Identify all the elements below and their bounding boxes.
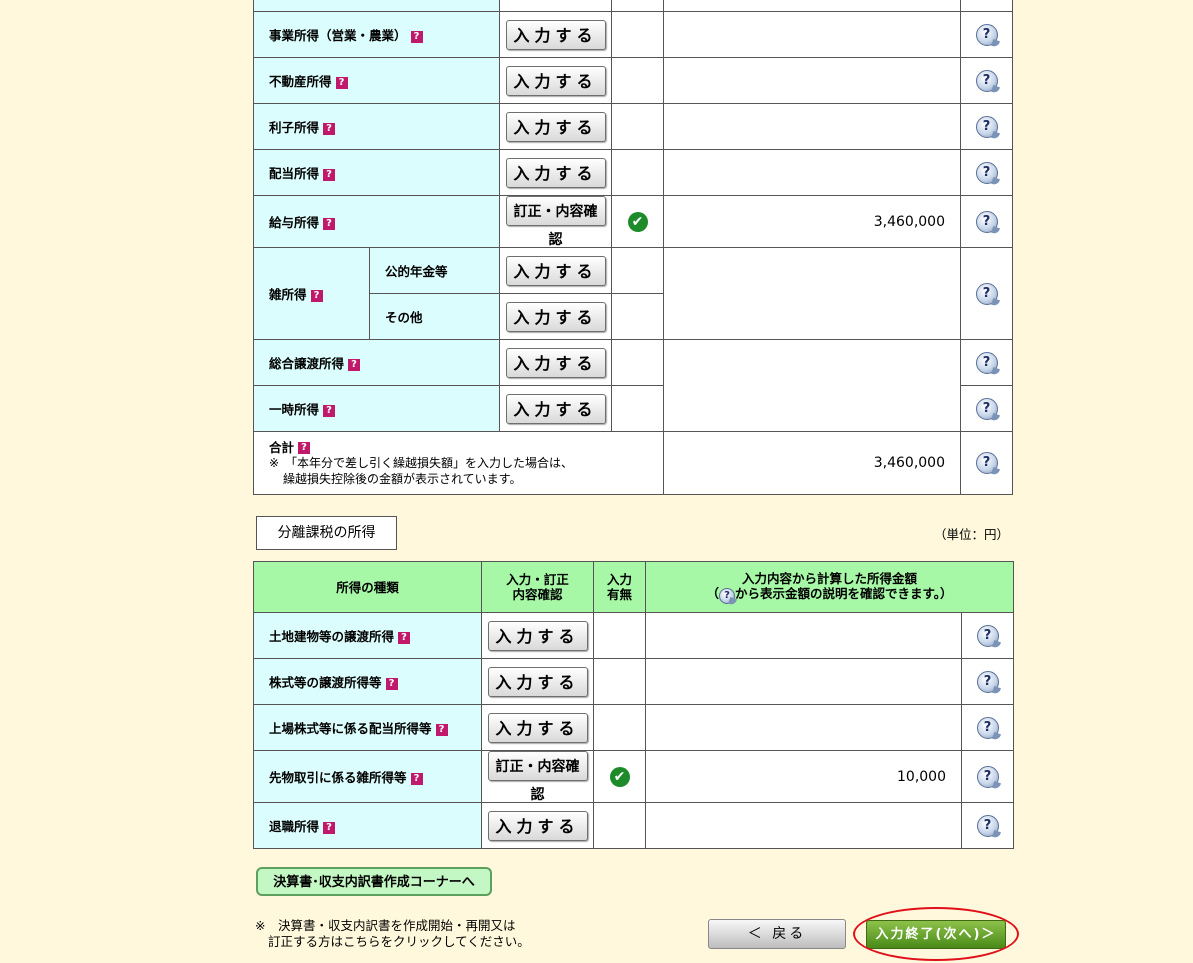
input-button[interactable]: 入力する (505, 255, 606, 286)
help-icon[interactable]: ? (975, 282, 998, 305)
input-button[interactable]: 入力する (505, 347, 606, 378)
qmark-icon[interactable]: ? (323, 168, 336, 181)
amount-cell (663, 103, 961, 150)
help-icon[interactable]: ? (975, 161, 998, 184)
table-row: 土地建物等の譲渡所得? 入力する ? (253, 612, 1014, 659)
table-row: 事業所得（営業・農業）? 入力する ? (253, 11, 1013, 58)
amount-cell (645, 658, 962, 705)
total-row: 合計? ※ 「本年分で差し引く繰越損失額」を入力した場合は、 繰越損失控除後の金… (253, 431, 1013, 495)
income-label: 総合譲渡所得 (269, 356, 345, 371)
check-icon: ✔ (609, 766, 630, 787)
qmark-icon[interactable]: ? (348, 358, 361, 371)
separate-tax-tab: 分離課税の所得 (256, 516, 397, 550)
table-row: 雑所得? 公的年金等 入力する ? (253, 247, 1013, 340)
amount-cell (663, 149, 961, 196)
income-label: 退職所得 (269, 819, 320, 834)
input-button[interactable]: 入力する (487, 810, 588, 841)
correct-confirm-button[interactable]: 訂正・内容確認 (487, 751, 588, 803)
amount-cell: 10,000 (645, 750, 962, 803)
settlement-corner-button[interactable]: 決算書･収支内訳書作成コーナーへ (256, 867, 492, 896)
input-button[interactable]: 入力する (487, 620, 588, 651)
header-type: 所得の種類 (253, 561, 482, 613)
income-label: 土地建物等の譲渡所得 (269, 629, 395, 644)
income-label: 先物取引に係る雑所得等 (269, 770, 407, 785)
sub-income-label: 公的年金等 (385, 264, 448, 279)
table-row: 上場株式等に係る配当所得等? 入力する ? (253, 704, 1014, 751)
help-icon[interactable]: ? (976, 624, 999, 647)
help-icon[interactable]: ? (975, 210, 998, 233)
qmark-icon[interactable]: ? (323, 404, 336, 417)
total-note: ※ 「本年分で差し引く繰越損失額」を入力した場合は、 (269, 455, 574, 470)
table-row: 不動産所得? 入力する ? (253, 57, 1013, 104)
input-button[interactable]: 入力する (505, 111, 606, 142)
help-icon[interactable]: ? (975, 115, 998, 138)
income-label: 株式等の譲渡所得等 (269, 675, 382, 690)
input-button[interactable]: 入力する (505, 393, 606, 424)
amount-cell: 3,460,000 (663, 195, 961, 248)
income-label: 上場株式等に係る配当所得等 (269, 721, 432, 736)
income-label: 雑所得 (269, 287, 307, 302)
qmark-icon[interactable]: ? (398, 631, 411, 644)
qmark-icon[interactable]: ? (323, 217, 336, 230)
input-button[interactable]: 入力する (487, 666, 588, 697)
help-icon[interactable]: ? (975, 23, 998, 46)
table-row: 株式等の譲渡所得等? 入力する ? (253, 658, 1014, 705)
header-has-input: 入力 有無 (593, 561, 646, 613)
qmark-icon[interactable]: ? (310, 289, 323, 302)
table-header: 所得の種類 入力・訂正 内容確認 入力 有無 入力内容から計算した所得金額（? から表… (253, 561, 1014, 613)
total-note: 繰越損失控除後の金額が表示されています。 (283, 471, 522, 486)
amount-cell (663, 11, 961, 58)
finish-next-button[interactable]: 入力終了(次へ)＞ (866, 920, 1006, 949)
amount-cell (645, 704, 962, 751)
correct-confirm-button[interactable]: 訂正・内容確認 (505, 196, 606, 248)
help-icon[interactable]: ? (976, 716, 999, 739)
qmark-icon[interactable]: ? (435, 723, 448, 736)
help-icon[interactable]: ? (975, 452, 998, 474)
amount-cell (645, 802, 962, 849)
header-amount: 入力内容から計算した所得金額（? から表示金額の説明を確認できます。） (645, 561, 1014, 613)
back-button[interactable]: ＜ 戻る (708, 919, 846, 949)
input-button[interactable]: 入力する (505, 65, 606, 96)
sub-income-label: その他 (385, 310, 423, 325)
qmark-icon[interactable]: ? (410, 30, 423, 43)
help-icon[interactable]: ? (975, 69, 998, 92)
input-button[interactable]: 入力する (505, 19, 606, 50)
table-row: 総合譲渡所得? 入力する ? (253, 339, 1013, 432)
table-row: 利子所得? 入力する ? (253, 103, 1013, 150)
amount-cell (663, 57, 961, 104)
income-label: 不動産所得 (269, 74, 332, 89)
input-button[interactable]: 入力する (505, 157, 606, 188)
input-button[interactable]: 入力する (487, 712, 588, 743)
footer-note: ※ 決算書・収支内訳書を作成開始・再開又は 訂正する方はこちらをクリックしてくだ… (255, 918, 530, 949)
table-row: 先物取引に係る雑所得等? 訂正・内容確認 ✔ 10,000 ? (253, 750, 1014, 803)
qmark-icon[interactable]: ? (323, 122, 336, 135)
qmark-icon[interactable]: ? (298, 442, 311, 454)
income-label: 事業所得（営業・農業） (269, 28, 407, 43)
help-icon[interactable]: ? (976, 765, 999, 788)
help-icon[interactable]: ? (976, 814, 999, 837)
header-input: 入力・訂正 内容確認 (481, 561, 594, 613)
qmark-icon[interactable]: ? (323, 821, 336, 834)
table-row: 退職所得? 入力する ? (253, 802, 1014, 849)
total-label: 合計 (269, 439, 295, 455)
help-icon: ? (719, 587, 735, 604)
input-button[interactable]: 入力する (505, 301, 606, 332)
table-row: 給与所得? 訂正・内容確認 ✔ 3,460,000 ? (253, 195, 1013, 248)
help-icon[interactable]: ? (976, 670, 999, 693)
income-label: 配当所得 (269, 166, 320, 181)
qmark-icon[interactable]: ? (335, 76, 348, 89)
income-label: 給与所得 (269, 215, 320, 230)
total-amount: 3,460,000 (663, 431, 961, 495)
amount-cell (645, 612, 962, 659)
table-row: 配当所得? 入力する ? (253, 149, 1013, 196)
help-icon[interactable]: ? (975, 351, 998, 374)
qmark-icon[interactable]: ? (385, 677, 398, 690)
help-icon[interactable]: ? (975, 397, 998, 420)
qmark-icon[interactable]: ? (410, 772, 423, 785)
check-icon: ✔ (627, 211, 648, 232)
income-label: 利子所得 (269, 120, 320, 135)
income-label: 一時所得 (269, 402, 320, 417)
unit-label: （単位：円） (934, 527, 1010, 542)
